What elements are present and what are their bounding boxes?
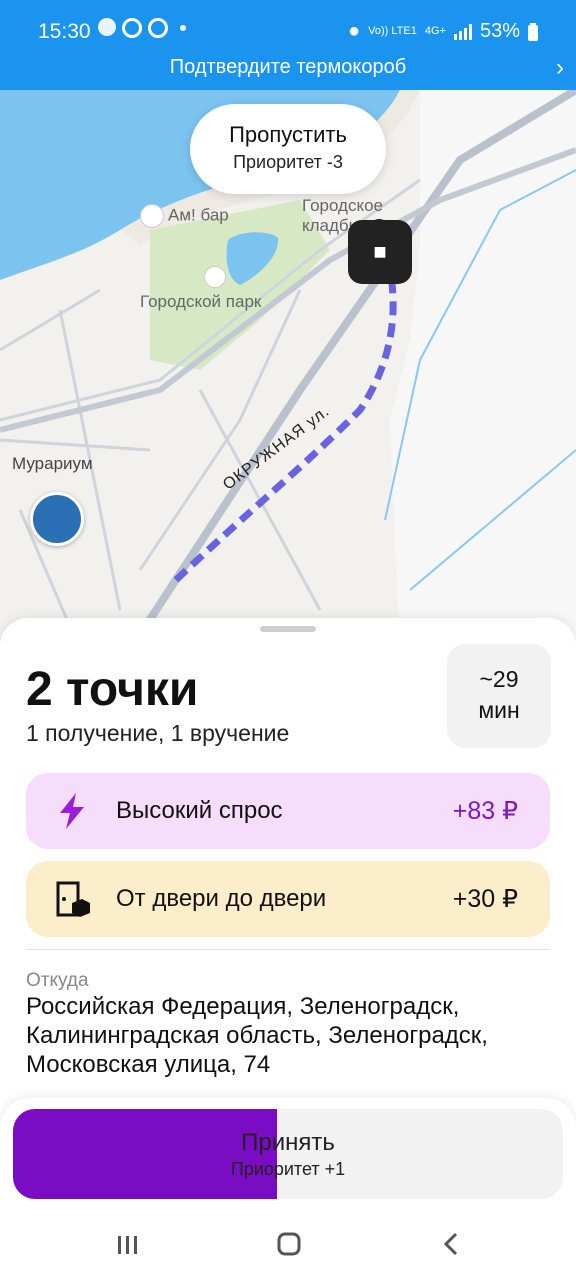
home-icon[interactable]: [270, 1232, 310, 1262]
tree-icon: [204, 266, 226, 288]
status-right: ● Vo)) LTE1 4G+ 53%: [348, 20, 538, 43]
chevron-right-icon: ›: [556, 54, 564, 81]
divider: [26, 949, 550, 950]
eta-badge: ~29 мин: [447, 644, 551, 748]
sheet-handle[interactable]: [260, 626, 316, 632]
notification-icon: [98, 18, 116, 36]
eta-value: ~29: [479, 666, 519, 692]
signal-icon: [453, 23, 472, 40]
museum-pin[interactable]: [30, 492, 84, 546]
notification-icon: [122, 18, 142, 38]
cafe-icon: [140, 204, 164, 228]
notification-icon: [148, 18, 168, 38]
dot-icon: [180, 25, 186, 31]
from-address: Российская Федерация, Зеленоградск, Кали…: [26, 993, 488, 1078]
door-to-door-bonus: От двери до двери +30 ₽: [26, 861, 550, 937]
bar-label: Ам! бар: [140, 204, 229, 228]
points-title: 2 точки: [26, 663, 199, 716]
pickup-marker-icon[interactable]: ■: [348, 220, 412, 284]
museum-label: Мурариум: [12, 454, 93, 473]
accept-priority: Приоритет +1: [230, 1159, 346, 1179]
map[interactable]: Ам! бар Городской парк Городское кладбищ…: [0, 90, 576, 650]
thermobox-banner[interactable]: Подтвердите термокороб ›: [0, 48, 576, 90]
lightning-icon: [60, 793, 84, 829]
door-to-door-amount: +30 ₽: [452, 885, 518, 913]
status-time: 15:30: [38, 20, 91, 43]
skip-button[interactable]: Пропустить Приоритет -3: [190, 104, 386, 194]
eta-unit: мин: [478, 697, 520, 723]
skip-title: Пропустить: [229, 122, 347, 147]
back-icon[interactable]: [432, 1232, 472, 1262]
location-icon: ●: [348, 20, 361, 42]
from-label: Откуда: [26, 970, 89, 991]
recent-apps-icon[interactable]: [108, 1232, 148, 1262]
battery-icon: [528, 22, 538, 41]
door-box-icon: [56, 881, 90, 917]
high-demand-label: Высокий спрос: [116, 797, 283, 824]
park-label: Городской парк: [140, 292, 262, 311]
high-demand-bonus: Высокий спрос +83 ₽: [26, 773, 550, 849]
door-to-door-label: От двери до двери: [116, 885, 327, 912]
high-demand-amount: +83 ₽: [452, 797, 518, 825]
accept-button[interactable]: Принять Приоритет +1: [13, 1109, 563, 1199]
network-label: Vo)) LTE1: [368, 25, 417, 37]
accept-title: Принять: [241, 1129, 335, 1156]
battery-percent: 53%: [479, 20, 520, 42]
net-type-label: 4G+: [424, 25, 446, 37]
skip-priority: Приоритет -3: [233, 152, 343, 172]
points-subtitle: 1 получение, 1 вручение: [26, 720, 290, 746]
accept-text: Принять Приоритет +1: [13, 1129, 563, 1180]
notification-icons: [98, 18, 186, 38]
banner-text: Подтвердите термокороб: [169, 56, 407, 78]
system-nav-bar: [0, 1212, 576, 1280]
